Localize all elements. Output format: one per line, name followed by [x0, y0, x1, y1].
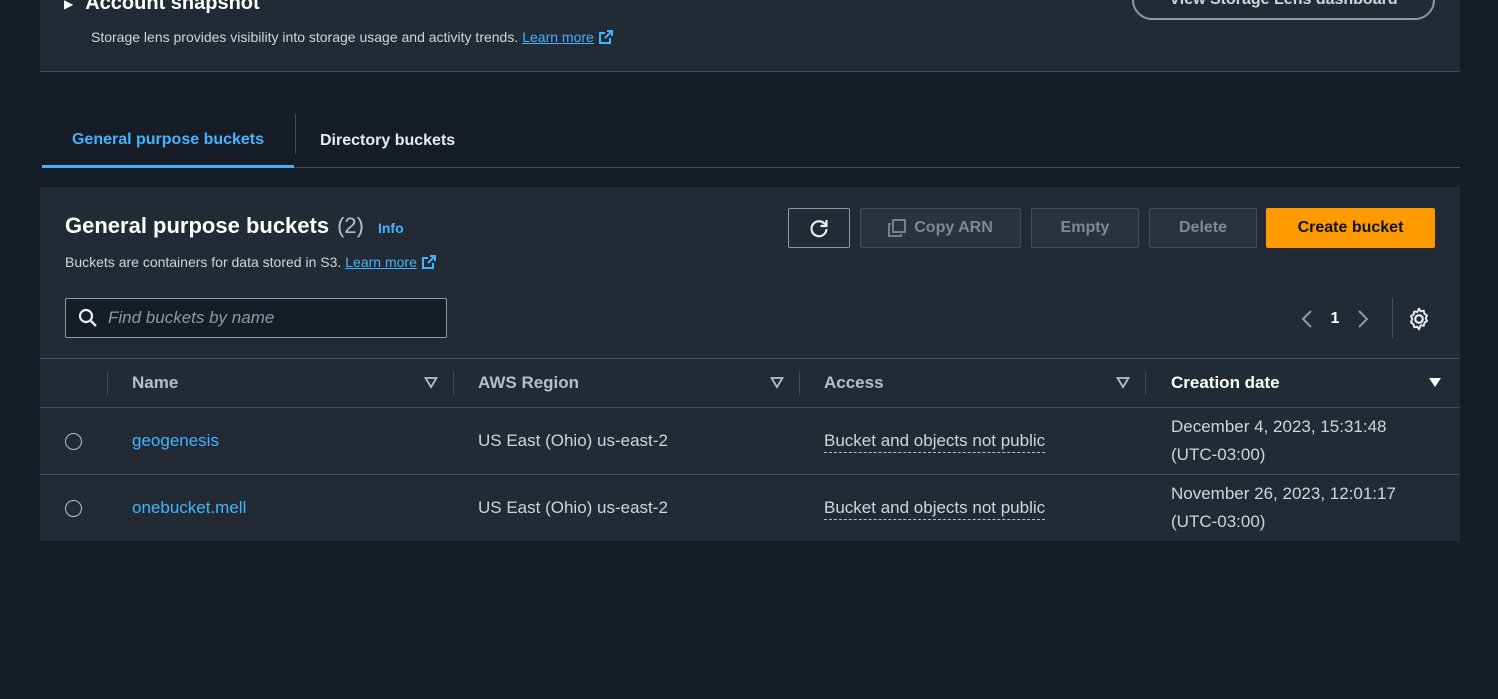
table-header: Name AWS Region Access Creation date — [40, 358, 1460, 408]
bucket-creation-date: December 4, 2023, 15:31:48 (UTC-03:00) — [1171, 413, 1386, 469]
sort-icon — [1116, 377, 1130, 389]
copy-arn-label: Copy ARN — [914, 219, 993, 236]
creation-date-text: November 26, 2023, 12:01:17 — [1171, 484, 1396, 503]
creation-date-timezone: (UTC-03:00) — [1171, 512, 1266, 531]
bucket-access[interactable]: Bucket and objects not public — [824, 431, 1046, 453]
buckets-table-container: General purpose buckets (2) Info Buckets… — [40, 187, 1460, 541]
row-select-radio[interactable] — [65, 433, 82, 450]
copy-arn-button[interactable]: Copy ARN — [860, 208, 1021, 248]
search-icon — [78, 308, 97, 327]
creation-date-text: December 4, 2023, 15:31:48 — [1171, 417, 1387, 436]
sort-icon — [770, 377, 784, 389]
search-input[interactable] — [108, 308, 428, 328]
column-header-creation-date[interactable]: Creation date — [1171, 359, 1460, 407]
column-divider — [799, 371, 800, 395]
search-box — [65, 298, 447, 338]
info-link[interactable]: Info — [378, 220, 404, 236]
table-row[interactable]: geogenesis US East (Ohio) us-east-2 Buck… — [40, 408, 1460, 475]
bucket-region: US East (Ohio) us-east-2 — [478, 431, 668, 450]
copy-icon — [888, 219, 907, 237]
refresh-button[interactable] — [788, 208, 850, 248]
account-snapshot-panel: ▶ Account snapshot Storage lens provides… — [40, 0, 1460, 72]
row-select-radio[interactable] — [65, 500, 82, 517]
bucket-region: US East (Ohio) us-east-2 — [478, 498, 668, 517]
bucket-creation-date: November 26, 2023, 12:01:17 (UTC-03:00) — [1171, 480, 1396, 536]
pagination: 1 — [1290, 305, 1380, 333]
column-header-label: AWS Region — [478, 373, 580, 392]
pagination-divider — [1392, 298, 1393, 338]
buckets-learn-more-link[interactable]: Learn more — [345, 254, 417, 270]
chevron-right-icon — [1358, 310, 1369, 328]
column-divider — [453, 371, 454, 395]
bucket-name-link[interactable]: geogenesis — [132, 431, 219, 451]
snapshot-desc-text: Storage lens provides visibility into st… — [91, 29, 519, 45]
page-number[interactable]: 1 — [1324, 310, 1346, 328]
creation-date-timezone: (UTC-03:00) — [1171, 445, 1266, 464]
expand-caret-icon[interactable]: ▶ — [64, 0, 73, 11]
view-storage-lens-button[interactable]: View Storage Lens dashboard — [1132, 0, 1435, 20]
column-header-label: Name — [132, 373, 179, 392]
bucket-access[interactable]: Bucket and objects not public — [824, 498, 1046, 520]
account-snapshot-description: Storage lens provides visibility into st… — [91, 29, 614, 45]
column-header-access[interactable]: Access — [824, 359, 1146, 407]
chevron-left-icon — [1301, 310, 1312, 328]
gear-icon[interactable] — [1406, 306, 1432, 332]
column-divider — [1145, 371, 1146, 395]
column-header-label: Creation date — [1171, 373, 1280, 392]
tab-directory-buckets[interactable]: Directory buckets — [296, 114, 479, 168]
bucket-name-link[interactable]: onebucket.mell — [132, 498, 246, 518]
empty-button[interactable]: Empty — [1031, 208, 1139, 248]
bucket-type-tabs: General purpose buckets Directory bucket… — [42, 100, 1460, 168]
delete-button[interactable]: Delete — [1149, 208, 1257, 248]
column-header-label: Access — [824, 373, 884, 392]
external-link-icon — [598, 30, 613, 44]
refresh-icon — [810, 220, 828, 238]
table-row[interactable]: onebucket.mell US East (Ohio) us-east-2 … — [40, 475, 1460, 542]
tab-general-purpose-buckets[interactable]: General purpose buckets — [42, 114, 294, 168]
buckets-desc-text: Buckets are containers for data stored i… — [65, 254, 342, 270]
buckets-count: (2) — [337, 213, 364, 238]
sort-descending-icon — [1429, 378, 1441, 387]
account-snapshot-title: Account snapshot — [85, 0, 260, 14]
buckets-title: General purpose buckets — [65, 213, 330, 238]
buckets-header: General purpose buckets (2) Info — [65, 213, 404, 239]
snapshot-learn-more-link[interactable]: Learn more — [522, 29, 594, 45]
sort-icon — [424, 377, 438, 389]
prev-page-button[interactable] — [1290, 305, 1324, 333]
buckets-description: Buckets are containers for data stored i… — [65, 254, 437, 270]
column-divider — [107, 371, 108, 395]
external-link-icon — [421, 255, 436, 269]
create-bucket-button[interactable]: Create bucket — [1266, 208, 1435, 248]
column-header-name[interactable]: Name — [132, 359, 454, 407]
next-page-button[interactable] — [1346, 305, 1380, 333]
account-snapshot-header[interactable]: ▶ Account snapshot — [64, 0, 260, 15]
column-header-region[interactable]: AWS Region — [478, 359, 800, 407]
